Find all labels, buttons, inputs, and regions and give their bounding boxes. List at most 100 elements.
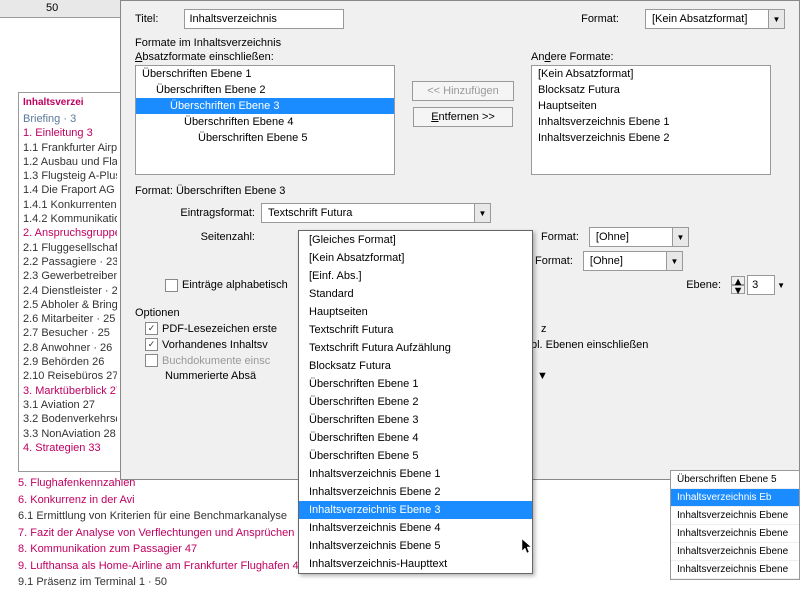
absatzformate-label: Absatzformate einschließen: [135,51,395,63]
z-suffix-label: z [541,323,547,335]
preview-line: Briefing · 3 [23,112,117,126]
preview-line: 1.4.2 Kommunikation Fra [23,212,117,226]
preview-line: 2.7 Besucher · 25 [23,326,117,340]
preview-line: 2.10 Reisebüros 27 [23,369,117,383]
dropdown-option[interactable]: Inhaltsverzeichnis Ebene 4 [299,519,532,537]
seitenzahl-label: Seitenzahl: [135,231,255,243]
preview-line: 3.1 Aviation 27 [23,398,117,412]
ebene-down-button[interactable]: ▼ [731,285,745,294]
list-item[interactable]: Blocksatz Futura [532,82,770,98]
preview-line: 1.2 Ausbau und Flatzprob [23,155,117,169]
dropdown-option[interactable]: Überschriften Ebene 3 [299,411,532,429]
preview-line: 2.2 Passagiere · 23 [23,255,117,269]
preview-line: 1.4 Die Fraport AG Frank [23,183,117,197]
eintragsformat-label: Eintragsformat: [135,207,255,219]
format-label: Format: [581,13,619,25]
buch-checkbox [145,354,158,367]
format1-label: Format: [541,231,579,243]
dropdown-option[interactable]: Textschrift Futura [299,321,532,339]
chevron-down-icon[interactable]: ▼ [537,370,548,382]
remove-button[interactable]: Entfernen >> [413,107,513,127]
dropdown-option[interactable]: Überschriften Ebene 2 [299,393,532,411]
format2-dropdown[interactable]: [Ohne] ▼ [583,251,683,271]
ebene-input[interactable] [747,275,775,295]
dropdown-option[interactable]: [Einf. Abs.] [299,267,532,285]
chevron-down-icon: ▼ [768,10,784,28]
preview-line: 1.3 Flugsteig A-Plus · 5 [23,169,117,183]
ruler-mark: 50 [46,2,58,14]
add-button[interactable]: << Hinzufügen [412,81,514,101]
list-item[interactable]: Überschriften Ebene 3 [136,98,394,114]
alpha-label: Einträge alphabetisch [182,279,288,291]
preview-line: 4. Strategien 33 [23,441,117,455]
preview-line: 1.4.1 Konkurrenten · 8 [23,198,117,212]
eintragsformat-dropdown-list[interactable]: [Gleiches Format][Kein Absatzformat][Ein… [298,230,533,574]
list-item[interactable]: Hauptseiten [532,98,770,114]
style-panel-item[interactable]: Inhaltsverzeichnis Ebene [671,525,799,543]
preview-line: 2.5 Abholer & Bringer [23,298,117,312]
dropdown-option[interactable]: Überschriften Ebene 5 [299,447,532,465]
preview-line: 3.3 NonAviation 28 [23,427,117,441]
buch-label: Buchdokumente einsc [162,355,270,367]
ebene-label: Ebene: [686,279,721,291]
preview-line: 2.3 Gewerbetreibende [23,269,117,283]
format-dropdown[interactable]: [Kein Absatzformat] ▼ [645,9,785,29]
style-panel-item[interactable]: Überschriften Ebene 5 [671,471,799,489]
dropdown-option[interactable]: Textschrift Futura Aufzählung [299,339,532,357]
preview-title: Inhaltsverzei [23,97,117,108]
section-formate-im: Formate im Inhaltsverzeichnis [135,37,785,49]
style-panel-item[interactable]: Inhaltsverzeichnis Eb [671,489,799,507]
andere-listbox[interactable]: [Kein Absatzformat]Blocksatz FuturaHaupt… [531,65,771,175]
style-panel-item[interactable]: Inhaltsverzeichnis Ebene [671,543,799,561]
dropdown-option[interactable]: Hauptseiten [299,303,532,321]
format1-dropdown[interactable]: [Ohne] ▼ [589,227,689,247]
list-item[interactable]: Überschriften Ebene 2 [136,82,394,98]
titel-input[interactable] [184,9,344,29]
pdf-label: PDF-Lesezeichen erste [162,323,277,335]
preview-line: 2.8 Anwohner · 26 [23,341,117,355]
dropdown-option[interactable]: Blocksatz Futura [299,357,532,375]
nummerierte-label: Nummerierte Absä [165,370,256,382]
style-panel-item[interactable]: Inhaltsverzeichnis Ebene [671,561,799,579]
eintragsformat-dropdown[interactable]: Textschrift Futura ▼ [261,203,491,223]
chevron-down-icon: ▼ [672,228,688,246]
preview-line: 2.9 Behörden 26 [23,355,117,369]
list-item[interactable]: Überschriften Ebene 4 [136,114,394,130]
dropdown-option[interactable]: Überschriften Ebene 4 [299,429,532,447]
dropdown-option[interactable]: Inhaltsverzeichnis Ebene 1 [299,465,532,483]
dropdown-option[interactable]: Standard [299,285,532,303]
titel-label: Titel: [135,13,158,25]
vorhanden-checkbox[interactable]: ✓ [145,338,158,351]
preview-line: 2.4 Dienstleister · 24 [23,284,117,298]
preview-line: 1.1 Frankfurter Airport [23,141,117,155]
dropdown-option[interactable]: [Gleiches Format] [299,231,532,249]
dropdown-option[interactable]: Inhaltsverzeichnis Ebene 5 [299,537,532,555]
alpha-checkbox[interactable] [165,279,178,292]
ebene-up-button[interactable]: ▲ [731,276,745,285]
chevron-down-icon: ▼ [666,252,682,270]
preview-line: 2.6 Mitarbeiter · 25 [23,312,117,326]
list-item[interactable]: [Kein Absatzformat] [532,66,770,82]
dropdown-option[interactable]: Inhaltsverzeichnis-Haupttext [299,555,532,573]
preview-line: 9.1 Präsenz im Terminal 1 · 50 [18,574,379,591]
andere-formate-label: Andere Formate: [531,51,771,63]
dropdown-option[interactable]: Inhaltsverzeichnis Ebene 3 [299,501,532,519]
list-item[interactable]: Inhaltsverzeichnis Ebene 1 [532,114,770,130]
preview-line: 2.1 Fluggesellschaften [23,241,117,255]
document-preview: Inhaltsverzei Briefing · 31. Einleitung … [18,92,122,472]
chevron-down-icon[interactable]: ▼ [777,281,785,290]
list-item[interactable]: Überschriften Ebene 1 [136,66,394,82]
dropdown-option[interactable]: Inhaltsverzeichnis Ebene 2 [299,483,532,501]
list-item[interactable]: Überschriften Ebene 5 [136,130,394,146]
include-listbox[interactable]: Überschriften Ebene 1Überschriften Ebene… [135,65,395,175]
style-panel-item[interactable]: Inhaltsverzeichnis Ebene [671,507,799,525]
dropdown-option[interactable]: Überschriften Ebene 1 [299,375,532,393]
dropdown-option[interactable]: [Kein Absatzformat] [299,249,532,267]
list-item[interactable]: Inhaltsverzeichnis Ebene 2 [532,130,770,146]
paragraph-styles-panel[interactable]: Überschriften Ebene 5Inhaltsverzeichnis … [670,470,800,580]
ausgebl-label: bl. Ebenen einschließen [531,339,648,351]
format-section-header: Format: Überschriften Ebene 3 [135,185,785,197]
pdf-checkbox[interactable]: ✓ [145,322,158,335]
preview-line: 2. Anspruchsgruppen/St [23,226,117,240]
preview-line: 3. Marktüberblick 27 [23,384,117,398]
